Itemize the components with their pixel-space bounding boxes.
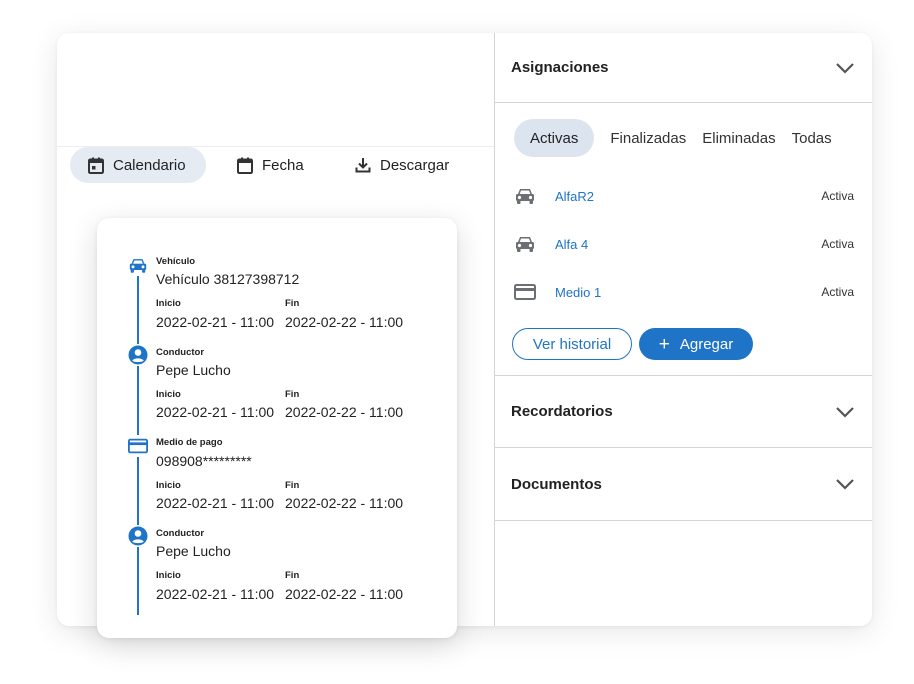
car-icon	[514, 187, 536, 205]
person-icon	[127, 525, 149, 547]
start-label: Inicio	[156, 389, 181, 400]
download-button[interactable]: Descargar	[355, 147, 449, 183]
add-button-label: Agregar	[679, 335, 734, 353]
documents-header[interactable]: Documentos	[495, 448, 872, 520]
timeline-card: Vehículo Vehículo 38127398712 Inicio Fin…	[97, 218, 457, 638]
chevron-down-icon	[836, 62, 854, 74]
download-icon	[355, 158, 371, 173]
timeline-item-label: Medio de pago	[156, 437, 223, 448]
start-date: 2022-02-21 - 11:00	[156, 586, 275, 602]
status-badge: Activa	[821, 189, 854, 203]
assignment-name[interactable]: AlfaR2	[555, 189, 594, 204]
calendar-icon	[237, 157, 253, 174]
credit-card-icon	[127, 435, 149, 457]
end-date: 2022-02-22 - 11:00	[285, 495, 404, 511]
end-date: 2022-02-22 - 11:00	[285, 586, 404, 602]
start-date: 2022-02-21 - 11:00	[156, 314, 275, 330]
documents-title: Documentos	[511, 475, 602, 493]
assignment-name[interactable]: Alfa 4	[555, 237, 588, 252]
calendar-icon	[88, 157, 104, 174]
divider	[495, 520, 872, 521]
calendar-button[interactable]: Calendario	[70, 147, 206, 183]
timeline-item-value: 098908*********	[156, 453, 252, 469]
assignments-header[interactable]: Asignaciones	[495, 33, 872, 102]
tab-eliminadas[interactable]: Eliminadas	[702, 119, 775, 157]
chevron-down-icon	[836, 406, 854, 418]
reminders-title: Recordatorios	[511, 403, 613, 420]
add-button[interactable]: + Agregar	[639, 328, 753, 360]
timeline-item-value: Pepe Lucho	[156, 543, 231, 559]
timeline-item-value: Pepe Lucho	[156, 362, 231, 378]
timeline-item-value: Vehículo 38127398712	[156, 271, 300, 287]
view-history-button[interactable]: Ver historial	[512, 328, 632, 360]
end-label: Fin	[285, 480, 300, 491]
panel-separator	[494, 33, 495, 626]
timeline-item-label: Conductor	[156, 347, 205, 358]
car-icon	[514, 235, 536, 253]
reminders-header[interactable]: Recordatorios	[495, 376, 872, 447]
car-icon	[127, 254, 149, 276]
start-label: Inicio	[156, 298, 181, 309]
end-date: 2022-02-22 - 11:00	[285, 404, 404, 420]
status-badge: Activa	[821, 285, 854, 299]
divider	[495, 102, 872, 103]
start-date: 2022-02-21 - 11:00	[156, 404, 275, 420]
list-item: AlfaR2 Activa	[514, 181, 854, 211]
end-label: Fin	[285, 298, 300, 309]
date-button[interactable]: Fecha	[237, 147, 304, 183]
end-date: 2022-02-22 - 11:00	[285, 314, 404, 330]
start-date: 2022-02-21 - 11:00	[156, 495, 275, 511]
chevron-down-icon	[836, 479, 854, 490]
credit-card-icon	[514, 284, 536, 300]
end-label: Fin	[285, 389, 300, 400]
download-button-label: Descargar	[380, 156, 450, 174]
timeline-item-label: Conductor	[156, 528, 205, 539]
tab-activas[interactable]: Activas	[514, 119, 595, 157]
assignment-tabs: Activas Finalizadas Eliminadas Todas	[514, 119, 832, 157]
timeline-item-label: Vehículo	[156, 256, 196, 267]
assignments-title: Asignaciones	[511, 59, 609, 76]
date-button-label: Fecha	[262, 156, 304, 174]
plus-icon: +	[658, 333, 670, 355]
assignment-name[interactable]: Medio 1	[555, 285, 601, 300]
person-icon	[127, 344, 149, 366]
status-badge: Activa	[821, 237, 854, 251]
end-label: Fin	[285, 570, 300, 581]
calendar-button-label: Calendario	[113, 156, 186, 174]
list-item: Medio 1 Activa	[514, 277, 854, 307]
start-label: Inicio	[156, 480, 181, 491]
start-label: Inicio	[156, 570, 181, 581]
tab-todas[interactable]: Todas	[792, 119, 832, 157]
list-item: Alfa 4 Activa	[514, 229, 854, 259]
tab-finalizadas[interactable]: Finalizadas	[610, 119, 686, 157]
